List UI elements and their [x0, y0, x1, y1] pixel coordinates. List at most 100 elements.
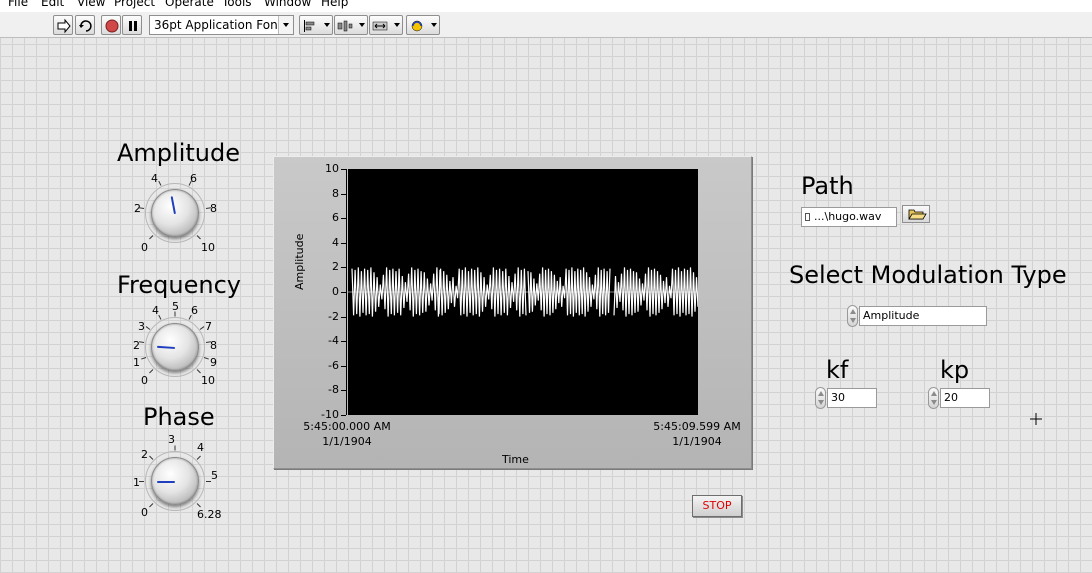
kf-input[interactable]: 30	[827, 388, 877, 408]
knob-frequency-tick-mark	[199, 325, 205, 330]
y-tick	[341, 193, 346, 195]
kp-incdec[interactable]	[928, 387, 939, 409]
menu-project[interactable]: Project	[114, 0, 155, 9]
knob-phase-tick-mark	[196, 455, 201, 460]
menu-edit[interactable]: Edit	[41, 0, 64, 9]
phase-tick-label: 0	[141, 506, 148, 519]
amplitude-tick-label: 6	[190, 172, 197, 185]
align-objects-icon	[304, 20, 315, 32]
menu-bar: File Edit View Project Operate Tools Win…	[0, 0, 1092, 12]
modulation-type-ring[interactable]: Amplitude	[859, 306, 987, 326]
knob-frequency-tick-mark	[204, 356, 210, 360]
folder-open-icon	[908, 209, 927, 220]
menu-file[interactable]: File	[8, 0, 28, 9]
path-type-icon	[805, 213, 810, 221]
x-end-date: 1/1/1904	[672, 435, 722, 448]
path-control[interactable]: ...\hugo.wav	[801, 207, 897, 227]
x-start-date: 1/1/1904	[322, 435, 372, 448]
distribute-objects-button[interactable]	[334, 15, 368, 35]
phase-tick-label: 4	[197, 441, 204, 454]
y-tick-label: 4	[332, 235, 339, 249]
amplitude-tick-label: 4	[151, 172, 158, 185]
y-axis-title: Amplitude	[293, 233, 306, 290]
browse-button[interactable]	[902, 205, 930, 223]
kp-input[interactable]: 20	[940, 388, 990, 408]
y-tick	[341, 316, 346, 318]
abort-button[interactable]	[101, 15, 121, 35]
y-tick	[341, 218, 346, 220]
modulation-type-label: Select Modulation Type	[789, 261, 1067, 289]
y-tick-label: 10	[325, 162, 339, 175]
amplitude-tick-label: 8	[210, 202, 217, 215]
stop-button[interactable]: STOP	[692, 495, 742, 517]
y-tick-label: 6	[332, 211, 339, 225]
run-continuously-icon	[79, 20, 92, 32]
menu-tools[interactable]: Tools	[222, 0, 252, 9]
pause-button[interactable]	[122, 15, 142, 35]
knob-phase-tick-mark	[149, 503, 154, 508]
knob-frequency-tick-mark	[145, 325, 151, 330]
y-tick-label: -2	[328, 309, 339, 323]
align-objects-button[interactable]	[299, 15, 333, 35]
font-select-value: 36pt Application Font	[154, 18, 283, 32]
knob-frequency-tick-mark	[139, 341, 145, 344]
frequency-tick-label: 1	[133, 356, 140, 369]
frequency-tick-label: 0	[141, 374, 148, 387]
chevron-down-icon[interactable]	[278, 16, 293, 34]
y-tick-label: -4	[328, 334, 339, 348]
y-tick	[341, 415, 346, 416]
menu-help[interactable]: Help	[321, 0, 348, 9]
knob-phase-tick-mark	[174, 445, 176, 451]
x-end-time: 5:45:09.599 AM	[653, 420, 741, 433]
y-tick	[341, 267, 346, 269]
resize-objects-icon	[372, 21, 388, 31]
phase-tick-label: 1	[133, 476, 140, 489]
x-axis-title: Time	[502, 453, 529, 466]
amplitude-tick-label: 0	[141, 241, 148, 254]
frequency-tick-label: 8	[210, 339, 217, 352]
plot-area[interactable]	[348, 169, 699, 415]
run-button[interactable]	[53, 15, 73, 35]
abort-icon	[105, 19, 119, 33]
menu-window[interactable]: Window	[264, 0, 311, 9]
kp-label: kp	[940, 356, 970, 384]
waveform-plot	[348, 267, 699, 317]
y-tick	[341, 242, 346, 244]
phase-tick-label: 5	[211, 469, 218, 482]
knob-phase-tick-mark	[149, 455, 154, 460]
run-continuously-button[interactable]	[75, 15, 95, 35]
waveform-graph: Amplitude 5:45:00.000 AM 1/1/1904 5:45:0…	[273, 156, 752, 469]
knob-frequency-needle	[156, 345, 176, 349]
knob-frequency-dial[interactable]	[151, 323, 199, 371]
resize-objects-button[interactable]	[369, 15, 403, 35]
menu-operate[interactable]: Operate	[165, 0, 214, 9]
amplitude-knob-label: Amplitude	[117, 139, 240, 167]
y-axis	[346, 169, 347, 415]
distribute-objects-icon	[337, 20, 353, 32]
frequency-tick-label: 3	[138, 320, 145, 333]
x-start-time: 5:45:00.000 AM	[303, 420, 391, 433]
y-tick	[341, 341, 346, 343]
knob-amplitude-dial[interactable]	[151, 189, 199, 237]
kf-label: kf	[826, 356, 849, 384]
y-tick-label: 2	[332, 260, 339, 274]
amplitude-tick-label: 10	[201, 241, 215, 254]
x-start-label: 5:45:00.000 AM 1/1/1904	[302, 419, 392, 449]
knob-frequency-tick-mark	[174, 311, 176, 317]
font-select[interactable]: 36pt Application Font	[149, 15, 294, 35]
reorder-button[interactable]	[406, 15, 440, 35]
y-tick-label: -10	[321, 408, 339, 421]
frequency-tick-label: 7	[205, 320, 212, 333]
modulation-incdec[interactable]	[847, 305, 858, 327]
phase-knob-label: Phase	[143, 403, 215, 431]
phase-tick-label: 3	[168, 433, 175, 446]
knob-frequency-tick-mark	[158, 315, 162, 321]
kf-incdec[interactable]	[815, 387, 826, 409]
knob-phase-dial[interactable]	[151, 457, 199, 505]
y-tick-label: -6	[328, 358, 339, 372]
knob-phase-tick-mark	[139, 481, 144, 482]
knob-frequency-tick-mark	[196, 369, 201, 374]
frequency-tick-label: 9	[210, 356, 217, 369]
front-panel: Amplitude Frequency Phase Amplitude 5:45…	[0, 38, 1092, 573]
menu-view[interactable]: View	[77, 0, 105, 9]
